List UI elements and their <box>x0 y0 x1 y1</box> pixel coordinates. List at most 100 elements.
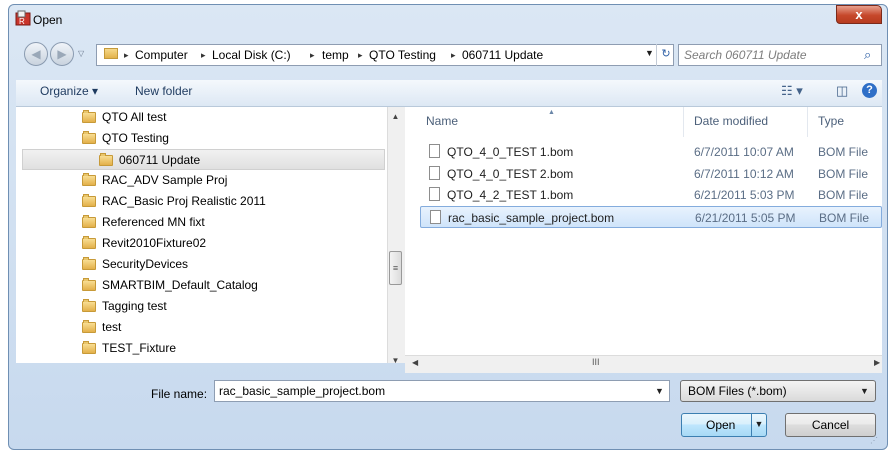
folder-icon <box>82 215 96 229</box>
tree-item-label: SecurityDevices <box>102 257 189 271</box>
file-icon <box>429 144 440 158</box>
scroll-left-icon[interactable]: ◀ <box>412 358 418 367</box>
file-type-value[interactable]: BOM Files (*.bom) <box>688 384 787 398</box>
hscroll-thumb-grip[interactable]: III <box>592 357 600 367</box>
tree-item[interactable]: RAC_Basic Proj Realistic 2011 <box>16 191 387 212</box>
scroll-down-icon[interactable]: ▼ <box>387 356 404 365</box>
file-name: rac_basic_sample_project.bom <box>448 211 615 225</box>
folder-icon <box>82 278 96 292</box>
new-folder-button[interactable]: New folder <box>135 84 192 98</box>
column-divider[interactable] <box>683 107 684 137</box>
folder-icon <box>82 299 96 313</box>
breadcrumb-separator-icon[interactable]: ▸ <box>124 50 129 61</box>
breadcrumb-computer[interactable]: Computer <box>135 48 188 62</box>
address-dropdown-icon[interactable]: ▼ <box>645 48 654 58</box>
view-options-icon[interactable]: ☷ ▾ <box>781 83 803 99</box>
resize-grip-icon[interactable]: ⋰ <box>870 436 878 445</box>
file-icon <box>430 210 441 224</box>
breadcrumb-qto-testing[interactable]: QTO Testing <box>369 48 436 62</box>
tree-item[interactable]: SMARTBIM_Default_Catalog <box>16 275 387 296</box>
tree-item-label: Referenced MN fixt <box>102 215 205 229</box>
tree-item[interactable]: SecurityDevices <box>16 254 387 275</box>
cancel-button[interactable]: Cancel <box>785 413 876 437</box>
file-name: QTO_4_2_TEST 1.bom <box>447 188 574 202</box>
file-date: 6/7/2011 10:07 AM <box>694 145 794 159</box>
folder-icon <box>82 257 96 271</box>
breadcrumb-separator-icon[interactable]: ▸ <box>358 50 363 61</box>
folder-icon <box>82 236 96 250</box>
preview-pane-icon[interactable]: ◫ <box>836 83 848 99</box>
breadcrumb-separator-icon[interactable]: ▸ <box>451 50 456 61</box>
tree-item[interactable]: QTO All test <box>16 107 387 128</box>
tree-item[interactable]: Tagging test <box>16 296 387 317</box>
search-icon[interactable]: ⌕ <box>864 47 871 63</box>
file-type: BOM File <box>818 188 869 202</box>
tree-item-label: 060711 Update <box>119 153 201 167</box>
tree-item[interactable]: Referenced MN fixt <box>16 212 387 233</box>
file-name-dropdown-icon[interactable]: ▼ <box>655 386 664 396</box>
open-split-dropdown-icon[interactable]: ▼ <box>751 413 766 437</box>
file-row[interactable]: QTO_4_0_TEST 2.bom 6/7/2011 10:12 AM BOM F… <box>420 163 882 185</box>
tree-item-label: SMARTBIM_Default_Catalog <box>102 278 258 292</box>
file-row[interactable]: QTO_4_0_TEST 1.bom 6/7/2011 10:07 AM BOM F… <box>420 141 882 163</box>
folder-icon <box>104 48 118 59</box>
forward-button[interactable]: ▶ <box>50 42 74 66</box>
breadcrumb-060711-update[interactable]: 060711 Update <box>462 48 543 62</box>
file-type-dropdown-icon[interactable]: ▼ <box>860 386 869 396</box>
folder-icon <box>82 110 96 124</box>
sort-up-icon: ▲ <box>548 109 555 116</box>
file-date: 6/21/2011 5:03 PM <box>694 188 795 202</box>
breadcrumb-separator-icon[interactable]: ▸ <box>310 50 315 61</box>
tree-item-label: RAC_Basic Proj Realistic 2011 <box>102 194 266 208</box>
folder-icon <box>99 153 113 167</box>
file-row[interactable]: rac_basic_sample_project.bom 6/21/2011 5:… <box>420 206 882 228</box>
folder-icon <box>82 173 96 187</box>
refresh-icon[interactable]: ↻ <box>656 44 675 66</box>
file-list-hscrollbar[interactable] <box>405 355 882 373</box>
tree-item[interactable]: QTO Testing <box>16 128 387 149</box>
tree-item[interactable]: TEST_Fixture <box>16 338 387 359</box>
tree-item-label: QTO All test <box>102 110 167 124</box>
tree-item-label: RAC_ADV Sample Proj <box>102 173 228 187</box>
breadcrumb-local-disk[interactable]: Local Disk (C:) <box>212 48 291 62</box>
organize-button[interactable]: Organize ▾ <box>40 84 98 98</box>
close-button[interactable]: x <box>836 5 882 24</box>
scroll-right-icon[interactable]: ▶ <box>874 358 880 367</box>
tree-item-label: Tagging test <box>102 299 167 313</box>
help-icon[interactable]: ? <box>862 83 877 98</box>
column-header-type[interactable]: Type <box>818 114 844 128</box>
column-divider[interactable] <box>807 107 808 137</box>
file-type: BOM File <box>818 167 869 181</box>
app-icon: R <box>15 10 31 26</box>
window-title: Open <box>33 13 63 27</box>
file-name-label: File name: <box>151 387 208 401</box>
tree-item-label: Revit2010Fixture02 <box>102 236 207 250</box>
file-type: BOM File <box>818 145 869 159</box>
folder-icon <box>82 131 96 145</box>
tree-item-label: test <box>102 320 122 334</box>
column-header-date[interactable]: Date modified <box>694 114 768 128</box>
breadcrumb-temp[interactable]: temp <box>322 48 349 62</box>
tree-item-label: QTO Testing <box>102 131 169 145</box>
scroll-thumb[interactable]: ≡ <box>389 251 402 285</box>
recent-pages-icon[interactable]: ▽ <box>78 49 84 58</box>
column-header-name[interactable]: Name <box>426 114 458 128</box>
file-name-value[interactable]: rac_basic_sample_project.bom <box>219 384 385 398</box>
tree-item-label: TEST_Fixture <box>102 341 177 355</box>
file-row[interactable]: QTO_4_2_TEST 1.bom 6/21/2011 5:03 PM BOM F… <box>420 184 882 206</box>
back-button[interactable]: ◀ <box>24 42 48 66</box>
file-name: QTO_4_0_TEST 1.bom <box>447 145 574 159</box>
folder-icon <box>82 194 96 208</box>
navigation-scrollbar[interactable] <box>387 107 405 363</box>
tree-item[interactable]: test <box>16 317 387 338</box>
folder-icon <box>82 341 96 355</box>
file-name: QTO_4_0_TEST 2.bom <box>447 167 574 181</box>
breadcrumb-separator-icon[interactable]: ▸ <box>201 50 206 61</box>
folder-icon <box>82 320 96 334</box>
scroll-up-icon[interactable]: ▲ <box>387 112 404 121</box>
file-date: 6/7/2011 10:12 AM <box>694 167 794 181</box>
tree-item[interactable]: RAC_ADV Sample Proj <box>16 170 387 191</box>
tree-item[interactable]: 060711 Update <box>22 149 385 170</box>
file-icon <box>429 166 440 180</box>
tree-item[interactable]: Revit2010Fixture02 <box>16 233 387 254</box>
